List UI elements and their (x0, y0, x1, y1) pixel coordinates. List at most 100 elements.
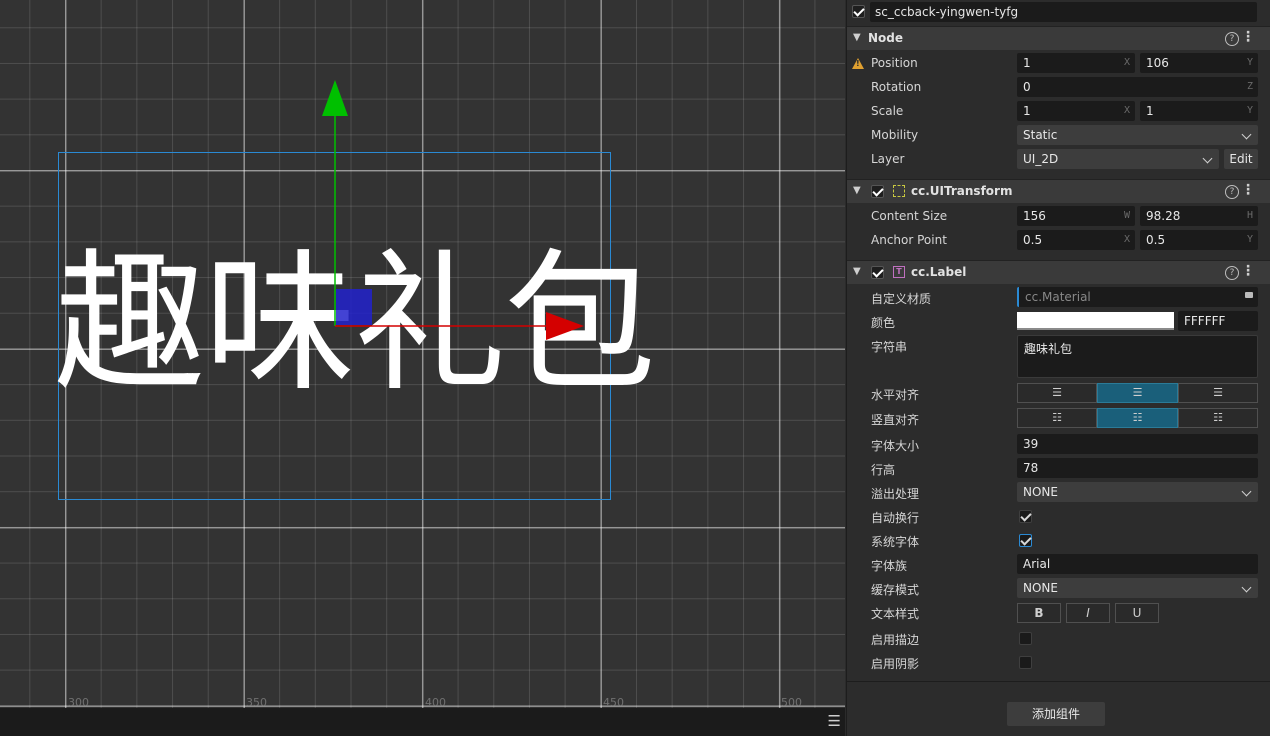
position-x-input[interactable]: 1X (1017, 53, 1135, 73)
line-height-input[interactable]: 78 (1017, 458, 1258, 478)
node-section-header[interactable]: ▼ Node ? ⋮ (847, 26, 1270, 50)
menu-icon[interactable]: ☰ (828, 714, 841, 729)
v-align-bottom-button[interactable]: ☷ (1178, 408, 1258, 428)
outline-label: 启用描边 (871, 633, 920, 647)
align-right-icon: ☰ (1213, 386, 1223, 399)
h-align-left-button[interactable]: ☰ (1017, 383, 1097, 403)
help-icon[interactable]: ? (1225, 32, 1239, 46)
wrap-label: 自动换行 (871, 511, 920, 525)
axis-x-label: X (1123, 105, 1130, 116)
axis-x-label: X (1123, 57, 1130, 68)
add-component-button[interactable]: 添加组件 (1007, 702, 1105, 726)
bold-button[interactable]: B (1017, 603, 1061, 623)
label-component-icon: T (893, 266, 905, 278)
layer-edit-button[interactable]: Edit (1224, 149, 1258, 169)
underline-button[interactable]: U (1115, 603, 1159, 623)
help-icon[interactable]: ? (1225, 266, 1239, 280)
gizmo-x-arrow (546, 312, 584, 340)
height-value: 98.28 (1146, 209, 1181, 223)
scene-view[interactable]: 趣味礼包 300 350 400 450 500 ☰ (0, 0, 845, 736)
scene-status-bar: ☰ (0, 708, 845, 736)
layer-select[interactable]: UI_2D (1017, 149, 1219, 169)
help-icon[interactable]: ? (1225, 185, 1239, 199)
align-top-icon: ☷ (1052, 411, 1062, 424)
node-name-field[interactable]: sc_ccback-yingwen-tyfg (870, 2, 1257, 22)
gizmo-y-arrow (322, 80, 348, 116)
inspector-panel: sc_ccback-yingwen-tyfg ▼ Node ? ⋮ Positi… (846, 0, 1270, 736)
content-size-label: Content Size (871, 209, 948, 223)
chevron-down-icon (1241, 582, 1252, 593)
scale-label: Scale (871, 104, 904, 118)
material-value: cc.Material (1025, 290, 1091, 304)
line-height-label: 行高 (871, 463, 896, 477)
more-icon[interactable]: ⋮ (1241, 30, 1255, 44)
outline-checkbox[interactable] (1019, 632, 1032, 645)
anchor-point-label: Anchor Point (871, 233, 947, 247)
chevron-down-icon[interactable]: ▼ (853, 266, 861, 277)
uitransform-enabled-checkbox[interactable] (871, 185, 884, 198)
transform-gizmo[interactable] (0, 0, 845, 708)
v-align-center-button[interactable]: ☷ (1097, 408, 1178, 428)
label-section-header[interactable]: ▼ T cc.Label ? ⋮ (847, 260, 1270, 284)
section-title: cc.UITransform (911, 184, 1013, 198)
string-value: 趣味礼包 (1024, 342, 1073, 356)
cache-mode-value: NONE (1023, 581, 1058, 595)
lock-icon (1245, 292, 1253, 298)
v-align-label: 竖直对齐 (871, 413, 920, 427)
mobility-label: Mobility (871, 128, 919, 142)
uitransform-icon (893, 185, 905, 197)
gizmo-center-handle (336, 289, 372, 325)
system-font-checkbox[interactable] (1019, 534, 1032, 547)
chevron-down-icon (1241, 486, 1252, 497)
overflow-select[interactable]: NONE (1017, 482, 1258, 502)
label-enabled-checkbox[interactable] (871, 266, 884, 279)
scale-y-value: 1 (1146, 104, 1154, 118)
string-label: 字符串 (871, 340, 908, 354)
color-swatch[interactable] (1017, 312, 1174, 330)
v-align-top-button[interactable]: ☷ (1017, 408, 1097, 428)
anchor-x-input[interactable]: 0.5 X (1017, 230, 1135, 250)
rotation-label: Rotation (871, 80, 922, 94)
axis-y-label: Y (1246, 234, 1253, 245)
more-icon[interactable]: ⋮ (1241, 264, 1255, 278)
scale-x-input[interactable]: 1X (1017, 101, 1135, 121)
font-size-input[interactable]: 39 (1017, 434, 1258, 454)
align-middle-icon: ☷ (1132, 411, 1143, 424)
chevron-down-icon[interactable]: ▼ (853, 32, 861, 43)
wrap-checkbox[interactable] (1019, 510, 1032, 523)
node-active-checkbox[interactable] (852, 5, 865, 18)
italic-button[interactable]: I (1066, 603, 1110, 623)
font-size-label: 字体大小 (871, 439, 920, 453)
position-y-input[interactable]: 106 Y (1140, 53, 1258, 73)
string-textarea[interactable]: 趣味礼包 (1017, 335, 1258, 378)
height-input[interactable]: 98.28 H (1140, 206, 1258, 226)
more-icon[interactable]: ⋮ (1241, 183, 1255, 197)
color-label: 颜色 (871, 316, 896, 330)
chevron-down-icon[interactable]: ▼ (853, 185, 861, 196)
position-y-value: 106 (1146, 56, 1169, 70)
material-asset-field[interactable]: cc.Material (1017, 287, 1258, 307)
cache-mode-select[interactable]: NONE (1017, 578, 1258, 598)
rotation-input[interactable]: 0Z (1017, 77, 1258, 97)
font-family-input[interactable]: Arial (1017, 554, 1258, 574)
position-x-value: 1 (1023, 56, 1031, 70)
color-hex-input[interactable]: FFFFFF (1178, 311, 1258, 331)
mobility-select[interactable]: Static (1017, 125, 1258, 145)
layer-value: UI_2D (1023, 152, 1059, 166)
width-input[interactable]: 156 W (1017, 206, 1135, 226)
h-align-center-button[interactable]: ☰ (1097, 383, 1178, 403)
position-label: Position (871, 56, 918, 70)
shadow-checkbox[interactable] (1019, 656, 1032, 669)
mobility-value: Static (1023, 128, 1058, 142)
scale-y-input[interactable]: 1Y (1140, 101, 1258, 121)
uitransform-section-header[interactable]: ▼ cc.UITransform ? ⋮ (847, 179, 1270, 203)
h-align-right-button[interactable]: ☰ (1178, 383, 1258, 403)
anchor-x-value: 0.5 (1023, 233, 1043, 247)
anchor-y-value: 0.5 (1146, 233, 1166, 247)
chevron-down-icon (1202, 153, 1213, 164)
anchor-y-input[interactable]: 0.5 Y (1140, 230, 1258, 250)
cache-mode-label: 缓存模式 (871, 583, 920, 597)
align-center-icon: ☰ (1132, 386, 1143, 399)
axis-h-label: H (1246, 210, 1253, 221)
overflow-value: NONE (1023, 485, 1058, 499)
